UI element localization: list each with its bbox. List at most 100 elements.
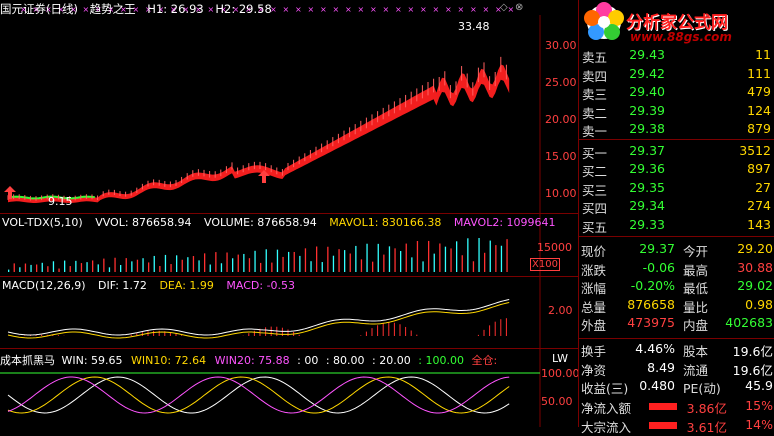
bid-row[interactable]: 买四 29.34 274	[579, 198, 774, 216]
signal-mark: ×	[458, 5, 465, 14]
volume-bar	[248, 258, 251, 272]
h2-value: H2: 29.58	[215, 2, 272, 16]
volume-bar	[69, 266, 71, 272]
volume-bar	[478, 238, 480, 272]
cost-indicator-name[interactable]: 成本抓黑马	[0, 354, 55, 367]
price-axis-label: 20.00	[545, 113, 577, 126]
flower-logo-icon	[584, 2, 624, 40]
macd-axis-label: 2.00	[548, 304, 573, 317]
volume-bar	[366, 243, 368, 272]
ask-row[interactable]: 卖一 29.38 879	[579, 121, 774, 139]
volume-bar	[276, 249, 279, 272]
volume-bar	[92, 260, 94, 272]
signal-mark: ×	[370, 5, 377, 14]
volume-bar	[299, 255, 301, 272]
stock-info-value: 19.6亿	[732, 344, 773, 359]
volume-bar	[136, 259, 139, 272]
full-position-label: 全仓:	[471, 354, 498, 367]
quote-value: 29.20	[737, 241, 773, 256]
bid-row[interactable]: 买一 29.37 3512	[579, 143, 774, 161]
cost-axis-label: 100.00	[541, 367, 580, 380]
volume-bar	[243, 253, 245, 272]
volume-bar	[260, 262, 262, 272]
volume-bar	[338, 249, 340, 272]
cost-value-4: : 100.00	[418, 354, 464, 367]
flow-value: 3.86亿	[686, 401, 727, 416]
book-price: 29.36	[629, 161, 665, 176]
quote-value: 0.98	[745, 296, 773, 312]
stock-name[interactable]: 国元证券(日线)	[0, 2, 78, 16]
quote-label: 外盘	[581, 318, 607, 333]
ask-row[interactable]: 卖三 29.40 479	[579, 84, 774, 102]
volume-bar	[198, 260, 200, 272]
signal-mark: ×	[408, 5, 415, 14]
signal-mark: ×	[395, 5, 402, 14]
book-volume: 111	[747, 65, 771, 81]
win-value: WIN: 59.65	[61, 354, 123, 367]
volume-bar	[416, 240, 419, 272]
volume-bar	[360, 259, 363, 272]
volume-bar	[321, 262, 323, 272]
volume-bar	[80, 263, 83, 272]
volume-bar	[232, 258, 234, 272]
volume-bar	[265, 249, 267, 272]
stock-info-value: 4.46%	[635, 341, 675, 356]
site-logo: 分析家公式网 www.88gs.com	[566, 0, 774, 46]
volume-bar	[344, 250, 346, 272]
signal-mark: ×	[433, 5, 440, 14]
panel-divider	[0, 348, 578, 349]
dea-line	[7, 302, 510, 339]
vol-indicator-name[interactable]: VOL-TDX(5,10)	[2, 216, 83, 229]
price-axis-label: 10.00	[545, 187, 577, 200]
bid-row[interactable]: 买三 29.35 27	[579, 180, 774, 198]
book-level-label: 买三	[582, 182, 608, 198]
book-price: 29.38	[629, 121, 665, 136]
volume-bar	[148, 262, 150, 272]
quote-info-row: 涨跌 -0.06 最高 30.88	[579, 260, 774, 278]
volume-bar	[209, 264, 211, 272]
volume-bar	[349, 253, 351, 272]
signal-mark: ×	[295, 5, 302, 14]
close-icon[interactable]: ⊗	[515, 2, 523, 13]
volume-bar	[220, 263, 223, 272]
bid-row[interactable]: 买五 29.33 143	[579, 217, 774, 235]
stock-info-label: 换手	[581, 344, 607, 359]
panel-divider	[0, 213, 578, 214]
dea-value: DEA: 1.99	[159, 279, 214, 292]
volume-bar	[30, 264, 32, 272]
quote-divider	[579, 139, 774, 140]
volume-bar	[204, 253, 206, 272]
book-level-label: 卖三	[582, 87, 608, 102]
volume-bar	[237, 254, 239, 272]
volume-bar	[52, 261, 55, 272]
book-price: 29.42	[629, 65, 665, 81]
stock-info-value: 45.9	[745, 378, 773, 393]
ask-row[interactable]: 卖五 29.43 11	[579, 47, 774, 65]
flow-pct: 14%	[745, 416, 773, 432]
signal-mark: ×	[383, 5, 390, 14]
volume-bar	[484, 252, 486, 272]
stock-info-label: 流通	[683, 362, 709, 378]
quote-label: 涨幅	[581, 281, 607, 296]
signal-mark: ×	[420, 5, 427, 14]
signal-mark: ×	[345, 5, 352, 14]
ask-row[interactable]: 卖二 29.39 124	[579, 103, 774, 121]
panel-divider	[0, 276, 578, 277]
stock-info-value: 8.49	[647, 359, 675, 375]
book-volume: 479	[747, 84, 771, 99]
volume-bar	[461, 255, 463, 272]
mavol2-value: MAVOL2: 1099641	[453, 216, 556, 229]
quote-value: 30.88	[737, 259, 773, 275]
signal-mark: ×	[320, 5, 327, 14]
diamond-icon[interactable]: ◇	[500, 2, 508, 13]
bid-row[interactable]: 买二 29.36 897	[579, 161, 774, 179]
cost-value-2: : 80.00	[325, 354, 365, 367]
stock-info-value: 19.6亿	[732, 362, 773, 378]
vol-axis-label: 15000	[537, 241, 572, 254]
price-axis-label: 15.00	[545, 150, 577, 163]
ask-row[interactable]: 卖四 29.42 111	[579, 66, 774, 84]
logo-url[interactable]: www.88gs.com	[630, 30, 732, 44]
quote-panel: 卖五 29.43 11 卖四 29.42 111 卖三 29.40 479 卖二 29.39 124 卖…	[578, 0, 774, 435]
macd-indicator-name[interactable]: MACD(12,26,9)	[2, 279, 86, 292]
low-price-marker: 9.15	[48, 195, 73, 208]
